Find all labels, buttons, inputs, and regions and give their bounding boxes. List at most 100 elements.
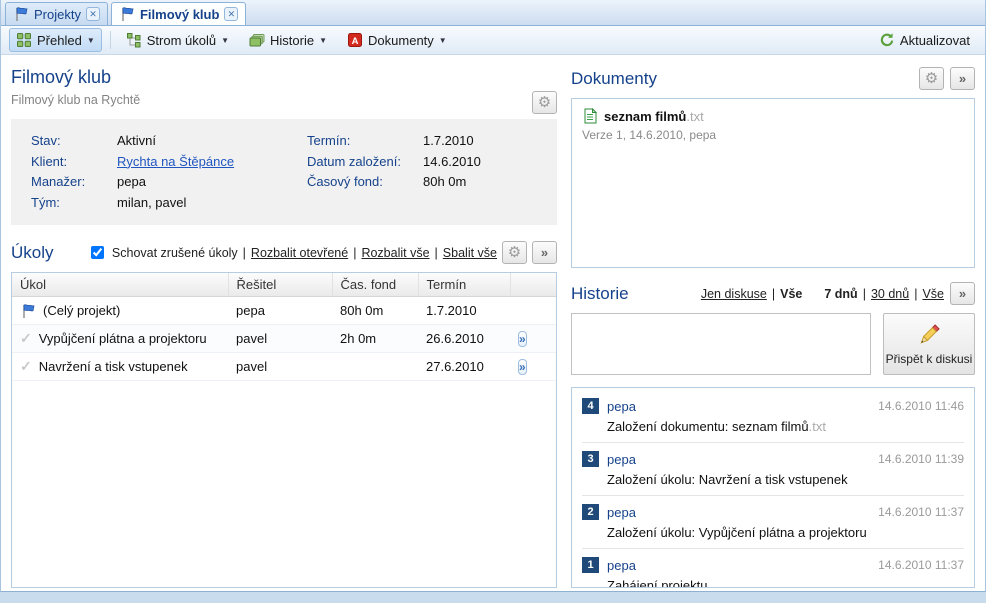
double-chevron-right-icon: » [541, 246, 548, 259]
comment-row: Přispět k diskusi [571, 313, 975, 375]
history-button[interactable]: Historie ▼ [242, 28, 334, 52]
list-item[interactable]: seznam filmů.txt [582, 108, 964, 124]
overview-button[interactable]: Přehled ▼ [9, 28, 102, 52]
grid-icon [16, 32, 32, 48]
history-text-suffix: .txt [809, 419, 826, 434]
contribute-button[interactable]: Přispět k diskusi [883, 313, 975, 375]
comment-input[interactable] [571, 313, 871, 375]
detail-label: Časový fond: [307, 172, 423, 193]
detail-label: Klient: [31, 152, 117, 173]
right-column: Dokumenty ⚙ » seznam filmů.txt Verze 1, … [571, 67, 975, 588]
tab-projekty[interactable]: Projekty ✕ [5, 2, 108, 25]
history-header: Historie Jen diskuse Vše 7 dnů 30 dnů Vš… [571, 282, 975, 313]
separator [353, 246, 356, 260]
task-deadline: 27.6.2010 [418, 353, 510, 381]
filter-7-days-selected[interactable]: 7 dnů [824, 287, 857, 301]
details-right: Termín: 1.7.2010 Datum založení: 14.6.20… [307, 131, 557, 213]
tab-filmovy-klub[interactable]: Filmový klub ✕ [111, 2, 246, 25]
list-item: 2 pepa 14.6.2010 11:37 Založení úkolu: V… [582, 496, 964, 549]
refresh-icon [879, 32, 895, 48]
tasks-settings-button[interactable]: ⚙ [502, 241, 527, 264]
filter-all-time-link[interactable]: Vše [922, 287, 944, 301]
collapse-all-link[interactable]: Sbalit vše [443, 246, 497, 260]
task-fund [332, 353, 418, 381]
documents-settings-button[interactable]: ⚙ [919, 67, 944, 90]
pdf-icon: A [347, 32, 363, 48]
column-header-deadline[interactable]: Termín [418, 273, 510, 297]
task-detail-button[interactable]: » [518, 359, 527, 375]
tab-label: Projekty [34, 7, 81, 22]
task-detail-button[interactable]: » [518, 331, 527, 347]
page-title: Filmový klub [11, 67, 557, 88]
gear-icon: ⚙ [508, 245, 521, 260]
table-row[interactable]: ✓Navržení a tisk vstupenek pavel 27.6.20… [12, 353, 556, 381]
filter-30-days-link[interactable]: 30 dnů [871, 287, 909, 301]
documents-button[interactable]: A Dokumenty ▼ [340, 28, 454, 52]
details-left: Stav: Aktivní Klient: Rychta na Štěpánce… [31, 131, 307, 213]
contribute-label: Přispět k diskusi [886, 352, 973, 366]
detail-label: Manažer: [31, 172, 117, 193]
history-user[interactable]: pepa [607, 505, 636, 520]
project-settings-button[interactable]: ⚙ [532, 91, 557, 114]
filter-all-types-selected[interactable]: Vše [780, 287, 802, 301]
svg-text:A: A [352, 36, 359, 47]
history-filters: Jen diskuse Vše 7 dnů 30 dnů Vše [701, 287, 944, 301]
founded-value: 14.6.2010 [423, 152, 557, 173]
task-assignee: pepa [228, 297, 332, 325]
project-details: Stav: Aktivní Klient: Rychta na Štěpánce… [11, 119, 557, 225]
refresh-button[interactable]: Aktualizovat [872, 28, 977, 52]
detail-label: Stav: [31, 131, 117, 152]
history-user[interactable]: pepa [607, 452, 636, 467]
column-header-fund[interactable]: Čas. fond [332, 273, 418, 297]
history-panel: 4 pepa 14.6.2010 11:46 Založení dokument… [571, 387, 975, 588]
close-icon[interactable]: ✕ [86, 7, 100, 21]
separator [243, 246, 246, 260]
separator [435, 246, 438, 260]
column-header-actions [510, 273, 556, 297]
column-header-task[interactable]: Úkol [12, 273, 228, 297]
history-user[interactable]: pepa [607, 558, 636, 573]
history-user[interactable]: pepa [607, 399, 636, 414]
hide-cancelled-checkbox[interactable] [91, 246, 104, 259]
document-name[interactable]: seznam filmů [604, 109, 686, 124]
history-timestamp: 14.6.2010 11:46 [878, 399, 964, 413]
history-number-badge: 3 [582, 451, 599, 467]
team-value: milan, pavel [117, 193, 307, 214]
chevron-down-icon: ▼ [319, 35, 327, 45]
history-expand-panel-button[interactable]: » [950, 282, 975, 305]
tasks-controls: Schovat zrušené úkoly Rozbalit otevřené … [91, 246, 497, 260]
history-text: Založení úkolu: Navržení a tisk vstupene… [607, 472, 848, 487]
history-number-badge: 4 [582, 398, 599, 414]
tasks-header: Úkoly Schovat zrušené úkoly Rozbalit ote… [11, 229, 557, 272]
expand-all-link[interactable]: Rozbalit vše [361, 246, 429, 260]
task-deadline: 1.7.2010 [418, 297, 510, 325]
history-text: Založení dokumentu: seznam filmů [607, 419, 809, 434]
detail-label: Termín: [307, 131, 423, 152]
task-tree-button[interactable]: Strom úkolů ▼ [119, 28, 236, 52]
task-assignee: pavel [228, 325, 332, 353]
text-file-icon [582, 108, 598, 124]
table-row[interactable]: ✓Vypůjčení plátna a projektoru pavel 2h … [12, 325, 556, 353]
close-icon[interactable]: ✕ [224, 7, 238, 21]
pencil-icon [916, 322, 942, 348]
task-tree-label: Strom úkolů [147, 33, 216, 48]
table-row[interactable]: (Celý projekt) pepa 80h 0m 1.7.2010 [12, 297, 556, 325]
documents-expand-panel-button[interactable]: » [950, 67, 975, 90]
filter-only-discussion-link[interactable]: Jen diskuse [701, 287, 767, 301]
tasks-expand-panel-button[interactable]: » [532, 241, 557, 264]
list-item: 1 pepa 14.6.2010 11:37 Zahájení projektu [582, 549, 964, 588]
document-meta: Verze 1, 14.6.2010, pepa [582, 128, 964, 142]
history-text: Založení úkolu: Vypůjčení plátna a proje… [607, 525, 867, 540]
task-deadline: 26.6.2010 [418, 325, 510, 353]
status-value: Aktivní [117, 131, 307, 152]
double-chevron-right-icon: » [959, 72, 966, 85]
refresh-label: Aktualizovat [900, 33, 970, 48]
history-number-badge: 2 [582, 504, 599, 520]
column-header-assignee[interactable]: Řešitel [228, 273, 332, 297]
client-link[interactable]: Rychta na Štěpánce [117, 154, 234, 169]
documents-header: Dokumenty ⚙ » [571, 67, 975, 98]
overview-label: Přehled [37, 33, 82, 48]
expand-open-link[interactable]: Rozbalit otevřené [251, 246, 348, 260]
separator [772, 287, 775, 301]
tasks-title: Úkoly [11, 243, 54, 263]
